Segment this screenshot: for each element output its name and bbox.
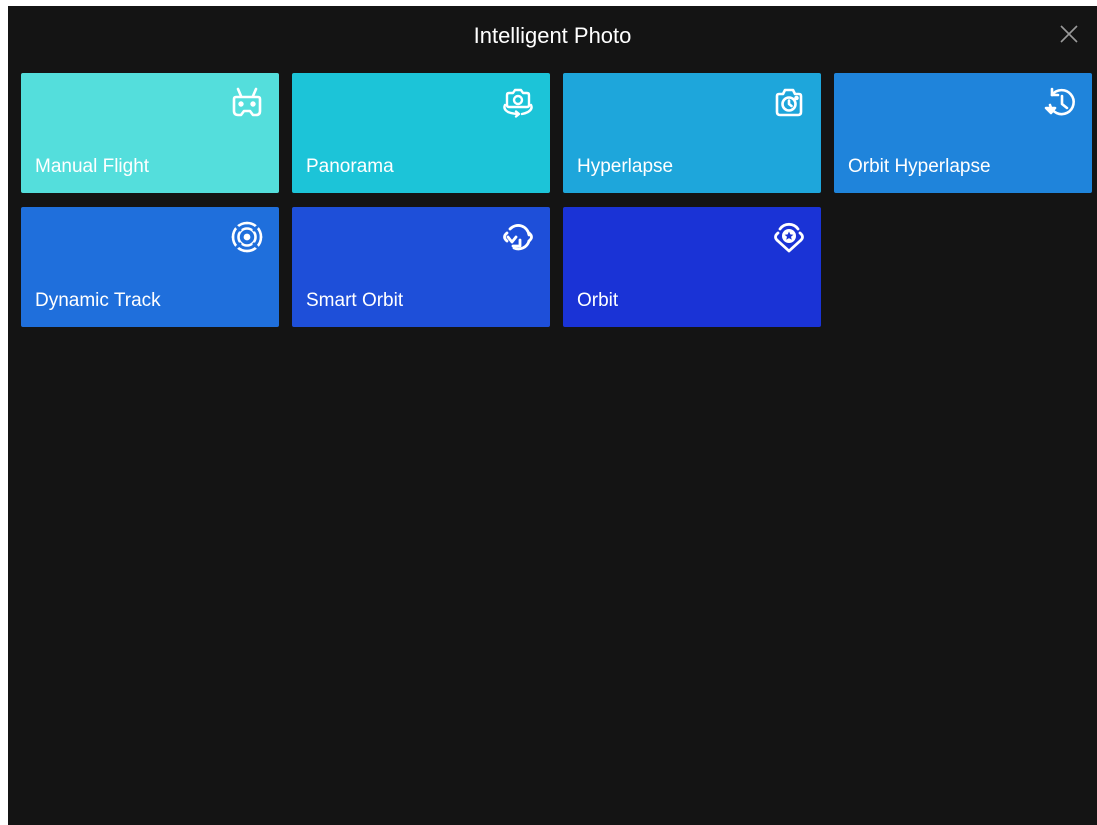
- orbit-star-icon: [771, 219, 807, 255]
- orbit-arrow-icon: [500, 219, 536, 255]
- remote-controller-icon: [229, 85, 265, 121]
- mode-label: Smart Orbit: [306, 290, 404, 311]
- mode-tile-hyperlapse[interactable]: Hyperlapse: [563, 73, 821, 193]
- mode-label: Orbit Hyperlapse: [848, 156, 991, 177]
- hyperlapse-camera-icon: [771, 85, 807, 121]
- intelligent-photo-panel: Intelligent Photo Manual Flight Panorama…: [8, 6, 1097, 825]
- mode-tile-orbit[interactable]: Orbit: [563, 207, 821, 327]
- page-title: Intelligent Photo: [473, 23, 632, 48]
- mode-label: Orbit: [577, 290, 619, 311]
- target-track-icon: [229, 219, 265, 255]
- close-button[interactable]: [1059, 24, 1079, 44]
- panorama-camera-icon: [500, 85, 536, 121]
- history-clock-icon: [1042, 85, 1078, 121]
- mode-label: Dynamic Track: [35, 290, 161, 311]
- mode-tile-smart-orbit[interactable]: Smart Orbit: [292, 207, 550, 327]
- mode-tile-dynamic-track[interactable]: Dynamic Track: [21, 207, 279, 327]
- mode-tile-panorama[interactable]: Panorama: [292, 73, 550, 193]
- mode-tile-orbit-hyperlapse[interactable]: Orbit Hyperlapse: [834, 73, 1092, 193]
- mode-label: Panorama: [306, 156, 394, 177]
- mode-label: Manual Flight: [35, 156, 150, 177]
- mode-label: Hyperlapse: [577, 156, 674, 177]
- mode-tile-manual-flight[interactable]: Manual Flight: [21, 73, 279, 193]
- close-icon: [1060, 25, 1078, 43]
